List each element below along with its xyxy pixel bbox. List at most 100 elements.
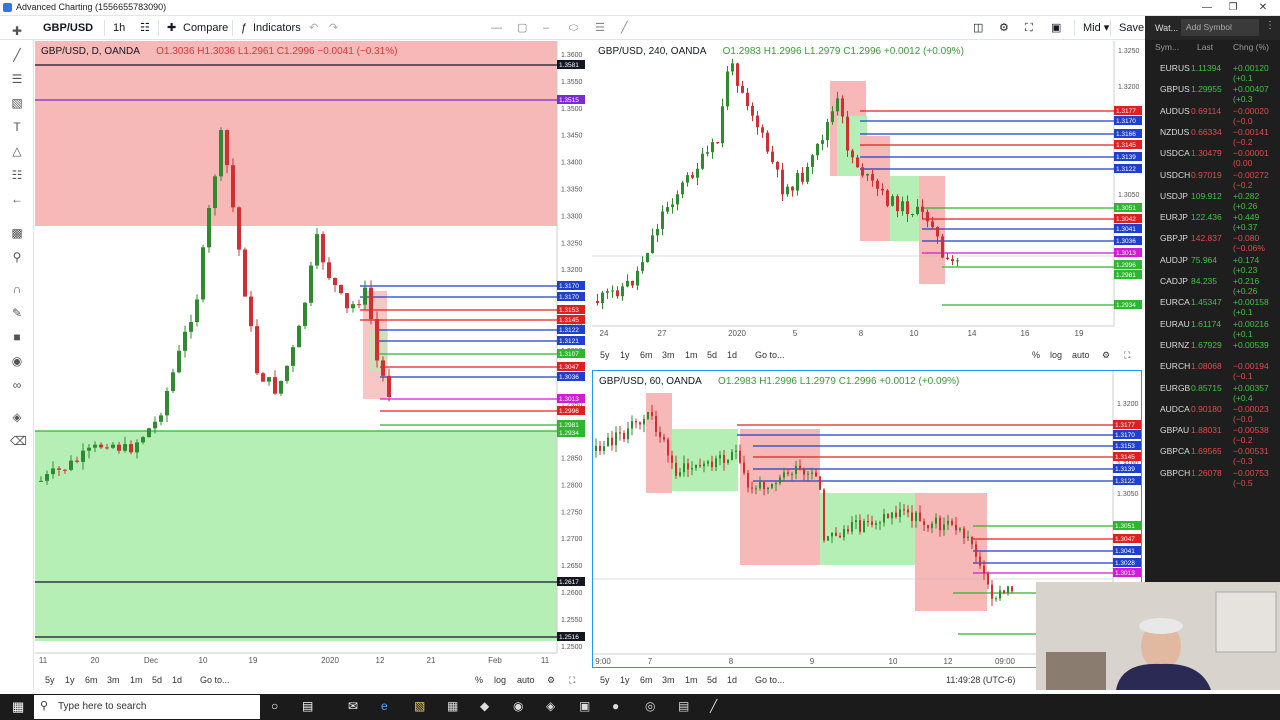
task-view-icon[interactable]: ▤ — [302, 699, 313, 713]
range-5d[interactable]: 5d — [152, 675, 162, 685]
crosshair-icon[interactable]: ✚ — [10, 24, 24, 38]
h1-range-3m[interactable]: 3m — [662, 675, 675, 685]
col-last[interactable]: Last — [1197, 42, 1213, 52]
lock-icon[interactable]: ■ — [10, 330, 24, 344]
pane-settings-gear-icon[interactable]: ⚙ — [547, 675, 555, 686]
watchlist-row[interactable]: CADJP 84.235 +0.216 (+0.26 — [1145, 271, 1280, 296]
watchlist-row[interactable]: AUDCA 0.90180 −0.00023 (−0.0 — [1145, 399, 1280, 424]
watchlist-row[interactable]: EURNZ 1.67929 +0.00539 — [1145, 335, 1280, 356]
h4-range-5y[interactable]: 5y — [600, 350, 610, 360]
h1-range-5y[interactable]: 5y — [600, 675, 610, 685]
chart-type-icon[interactable]: ☷ — [137, 20, 153, 36]
line-tool-icon[interactable]: — — [488, 20, 505, 36]
h4-range-6m[interactable]: 6m — [640, 350, 653, 360]
app-icon-2[interactable]: ◈ — [546, 699, 555, 713]
percent-toggle[interactable]: % — [475, 675, 483, 685]
brush-icon[interactable]: ▧ — [10, 96, 24, 110]
h4-range-3m[interactable]: 3m — [662, 350, 675, 360]
eye-icon[interactable]: ◉ — [10, 354, 24, 368]
daily-chart-canvas[interactable]: 1.3600 1.3550 1.3500 1.3450 1.3400 1.3350 1.33… — [35, 41, 590, 668]
settings-gear-icon[interactable]: ⚙ — [996, 20, 1012, 36]
h1-range-6m[interactable]: 6m — [640, 675, 653, 685]
app-icon-3[interactable]: ▣ — [579, 699, 590, 713]
price-source-select[interactable]: Mid ▾ — [1074, 20, 1112, 36]
pane-maximize-icon[interactable]: ⛶ — [569, 675, 575, 686]
app-icon-7[interactable]: ╱ — [710, 699, 717, 713]
h1-range-1y[interactable]: 1y — [620, 675, 630, 685]
h4-range-1m[interactable]: 1m — [685, 350, 698, 360]
layout-icon[interactable]: ◫ — [970, 20, 986, 36]
edge-icon[interactable]: e — [381, 699, 388, 713]
horizontal-line-icon[interactable]: – — [540, 20, 552, 36]
rectangle-tool-icon[interactable]: ▢ — [514, 20, 530, 36]
range-5y[interactable]: 5y — [45, 675, 55, 685]
watchlist-row[interactable]: AUDJP 75.964 +0.174 (+0.23 — [1145, 250, 1280, 275]
watchlist-tab[interactable]: Wat... — [1155, 23, 1178, 33]
col-symbol[interactable]: Sym... — [1155, 42, 1179, 52]
watchlist-row[interactable]: EURCH 1.08068 −0.00194 (−0.1 — [1145, 356, 1280, 381]
auto-toggle[interactable]: auto — [517, 675, 535, 685]
h4-range-5d[interactable]: 5d — [707, 350, 717, 360]
text-tool-icon[interactable]: T — [10, 120, 24, 134]
ruler-icon[interactable]: ▩ — [10, 226, 24, 240]
range-6m[interactable]: 6m — [85, 675, 98, 685]
trash-icon[interactable]: ⌫ — [10, 434, 27, 448]
back-arrow-icon[interactable]: ← — [10, 192, 24, 206]
minimize-button[interactable]: — — [1194, 0, 1220, 16]
log-toggle[interactable]: log — [494, 675, 506, 685]
watchlist-row[interactable]: NZDUS 0.66334 −0.00141 (−0.2 — [1145, 122, 1280, 147]
watchlist-row[interactable]: GBPCA 1.69565 −0.00531 (−0.3 — [1145, 441, 1280, 466]
range-1m[interactable]: 1m — [130, 675, 143, 685]
h4-percent-toggle[interactable]: % — [1032, 350, 1040, 360]
watchlist-row[interactable]: EURCA 1.45347 +0.00158 (+0.1 — [1145, 292, 1280, 317]
h4-chart-pane[interactable]: 1.32501.32001.31501.31001.30501.30001.29… — [592, 41, 1142, 366]
taskbar-search-input[interactable]: Type here to search — [58, 701, 146, 712]
watchlist-row[interactable]: EURGB 0.85715 +0.00357 (+0.4 — [1145, 378, 1280, 403]
h4-goto-button[interactable]: Go to... — [755, 350, 785, 360]
watchlist-row[interactable]: GBPAU 1.88031 −0.00538 (−0.2 — [1145, 420, 1280, 445]
redo-icon[interactable]: ↷ — [326, 20, 341, 36]
link-icon[interactable]: ∞ — [10, 378, 24, 392]
cortana-icon[interactable]: ○ — [271, 699, 278, 713]
h4-range-1y[interactable]: 1y — [620, 350, 630, 360]
interval-button[interactable]: 1h — [104, 20, 128, 36]
indicators-button[interactable]: Indicators — [250, 20, 304, 36]
stay-drawing-icon[interactable]: ✎ — [10, 306, 24, 320]
pitchfork-icon[interactable]: ☰ — [10, 72, 24, 86]
symbol-search-button[interactable]: GBP/USD — [40, 20, 96, 36]
h4-maximize-icon[interactable]: ⛶ — [1124, 350, 1130, 361]
h4-log-toggle[interactable]: log — [1050, 350, 1062, 360]
camera-icon[interactable]: ▣ — [1048, 20, 1064, 36]
h4-settings-gear-icon[interactable]: ⚙ — [1102, 350, 1110, 361]
col-change[interactable]: Chng (%) — [1233, 42, 1269, 52]
taskbar-search-box[interactable]: ⚲ Type here to search — [34, 695, 260, 719]
watchlist-menu-icon[interactable]: ⋮ — [1265, 20, 1275, 31]
range-1d[interactable]: 1d — [172, 675, 182, 685]
chrome-icon[interactable]: ◉ — [513, 699, 523, 713]
watchlist-row[interactable]: EURAU 1.61174 +0.00216 (+0.1 — [1145, 314, 1280, 339]
app-icon-6[interactable]: ▤ — [678, 699, 689, 713]
app-icon-4[interactable]: ● — [612, 699, 619, 713]
h1-range-1m[interactable]: 1m — [685, 675, 698, 685]
daily-chart-pane[interactable]: 1.3600 1.3550 1.3500 1.3450 1.3400 1.3350 1.33… — [35, 41, 590, 668]
h1-range-1d[interactable]: 1d — [727, 675, 737, 685]
app-icon-1[interactable]: ◆ — [480, 699, 489, 713]
add-symbol-input[interactable]: Add Symbol — [1181, 19, 1259, 36]
watchlist-row[interactable]: AUDUS 0.69114 −0.00020 (−0.0 — [1145, 101, 1280, 126]
watchlist-row[interactable]: USDCH 0.97019 −0.00272 (−0.2 — [1145, 165, 1280, 190]
close-button[interactable]: ✕ — [1250, 0, 1276, 16]
maximize-button[interactable]: ❐ — [1220, 0, 1246, 16]
watchlist-row[interactable]: GBPCH 1.26078 −0.00753 (−0.5 — [1145, 463, 1280, 488]
file-explorer-icon[interactable]: ▧ — [414, 699, 425, 713]
range-3m[interactable]: 3m — [107, 675, 120, 685]
watchlist-row[interactable]: EURJP 122.436 +0.449 (+0.37 — [1145, 207, 1280, 232]
watchlist-row[interactable]: GBPUS 1.29955 +0.00407 (+0.3 — [1145, 79, 1280, 104]
fib-tool-icon[interactable]: ☰ — [592, 20, 608, 36]
goto-button[interactable]: Go to... — [200, 675, 230, 685]
trendline-icon[interactable]: ╱ — [10, 48, 24, 62]
windows-start-icon[interactable]: ▦ — [12, 699, 24, 715]
store-icon[interactable]: ▦ — [447, 699, 458, 713]
compare-button[interactable]: Compare — [180, 20, 231, 36]
mail-icon[interactable]: ✉ — [348, 699, 358, 713]
h4-chart-canvas[interactable]: 1.32501.32001.31501.31001.30501.30001.29… — [592, 41, 1142, 366]
